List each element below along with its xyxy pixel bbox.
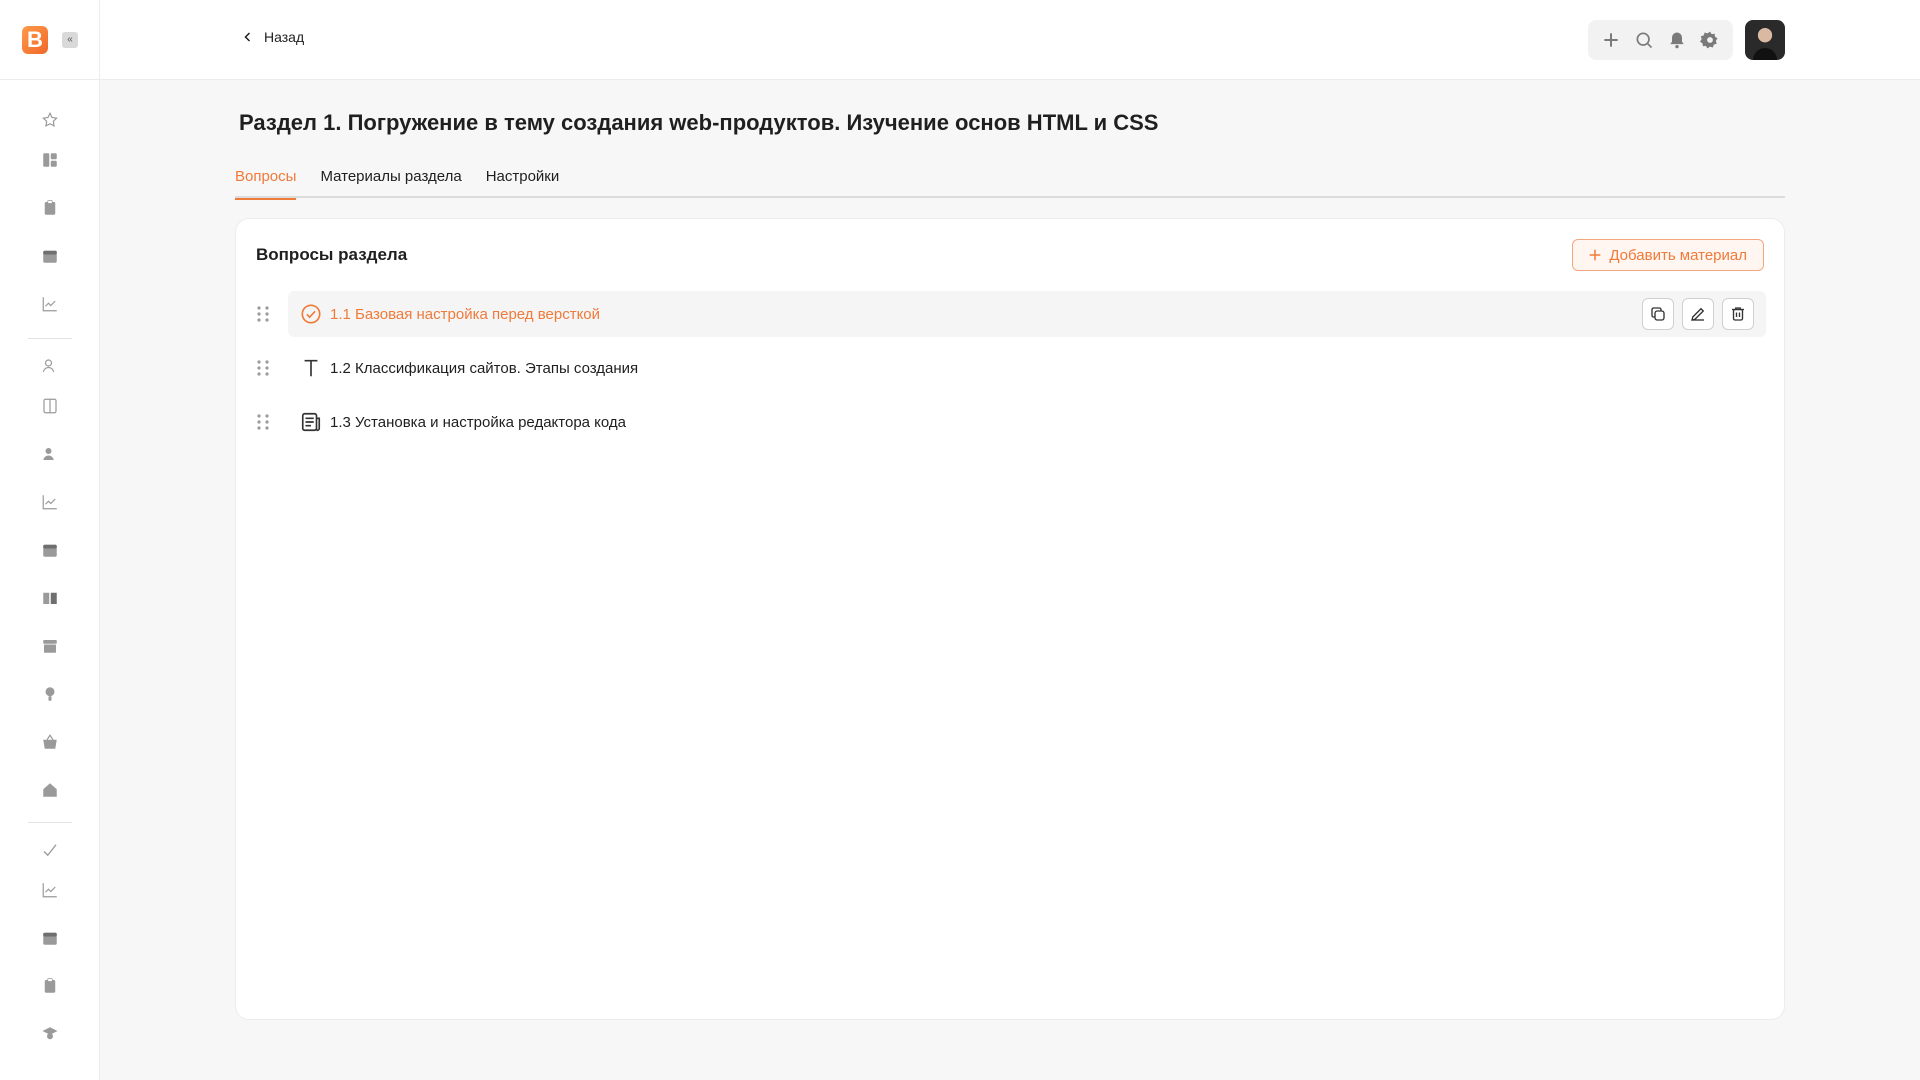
sidebar-divider [28, 338, 72, 339]
sidebar-item-users[interactable] [40, 356, 60, 376]
reader-icon [43, 592, 57, 604]
create-button[interactable] [1599, 28, 1623, 52]
settings-button[interactable] [1698, 28, 1722, 52]
sidebar-header: B « [0, 0, 99, 80]
chart-icon [42, 883, 57, 898]
collapse-sidebar-button[interactable]: « [62, 31, 78, 48]
delete-button[interactable] [1722, 298, 1754, 330]
document-icon [300, 411, 322, 433]
question-body[interactable]: 1.1 Базовая настройка перед версткой [288, 291, 1766, 337]
header-toolbar [1588, 20, 1733, 60]
sidebar-item-assignments[interactable] [40, 976, 60, 996]
question-label: 1.3 Установка и настройка редактора кода [330, 413, 627, 431]
question-row[interactable]: 1.2 Классификация сайтов. Этапы создания [256, 345, 1766, 391]
drag-handle-icon[interactable] [256, 359, 270, 377]
archive-icon [43, 640, 57, 653]
question-label: 1.2 Классификация сайтов. Этапы создания [330, 359, 639, 377]
duplicate-button[interactable] [1642, 298, 1674, 330]
sidebar-item-statistics[interactable] [40, 880, 60, 900]
sidebar-item-archive[interactable] [40, 636, 60, 656]
drag-handle-icon[interactable] [256, 305, 270, 323]
sidebar: B « [0, 0, 100, 1080]
pencil-icon [1691, 307, 1705, 321]
dashboard-icon [43, 153, 57, 167]
sidebar-divider [28, 822, 72, 823]
sidebar-item-groups[interactable] [40, 444, 60, 464]
question-row[interactable]: 1.3 Установка и настройка редактора кода [256, 399, 1766, 445]
sidebar-item-shop[interactable] [40, 732, 60, 752]
tab-section-materials[interactable]: Материалы раздела [320, 166, 461, 198]
add-material-button[interactable]: Добавить материал [1572, 239, 1764, 271]
drag-handle-icon[interactable] [256, 413, 270, 431]
star-icon [42, 111, 58, 128]
back-label: Назад [264, 29, 305, 45]
question-label: 1.1 Базовая настройка перед версткой [330, 305, 601, 323]
question-actions [1642, 298, 1766, 330]
back-link[interactable]: Назад [242, 29, 304, 45]
sidebar-item-favorites[interactable] [40, 110, 60, 130]
user-avatar[interactable] [1745, 20, 1785, 60]
chart-icon [42, 495, 57, 510]
tab-questions[interactable]: Вопросы [235, 166, 297, 200]
sidebar-item-library[interactable] [40, 588, 60, 608]
graduate-icon [42, 1027, 58, 1040]
page-title: Раздел 1. Погружение в тему создания web… [239, 110, 1159, 135]
question-row[interactable]: 1.1 Базовая настройка перед версткой [256, 291, 1766, 337]
notifications-button[interactable] [1665, 28, 1689, 52]
calendar-icon [43, 932, 57, 945]
check-circle-icon [300, 303, 322, 325]
tab-settings[interactable]: Настройки [486, 166, 560, 198]
gear-icon [1700, 31, 1718, 49]
basket-icon [43, 734, 57, 749]
trend-icon [43, 844, 57, 857]
home-icon [43, 783, 57, 797]
bulb-icon [45, 687, 55, 701]
questions-card: Вопросы раздела Добавить материал 1.1 Ба… [235, 218, 1785, 1020]
clipboard-icon [44, 200, 56, 215]
chevron-left-icon [244, 32, 251, 42]
sidebar-item-reports[interactable] [40, 492, 60, 512]
bell-icon [1670, 32, 1684, 49]
calendar-icon [43, 544, 57, 557]
sidebar-item-teachers[interactable] [40, 1024, 60, 1044]
add-material-label: Добавить материал [1609, 246, 1747, 264]
sidebar-item-home[interactable] [40, 780, 60, 800]
plus-icon [1603, 33, 1618, 47]
sidebar-item-dashboard[interactable] [40, 150, 60, 170]
chart-icon [42, 297, 57, 312]
search-button[interactable] [1632, 28, 1656, 52]
edit-button[interactable] [1682, 298, 1714, 330]
copy-icon [1651, 307, 1665, 321]
search-icon [1636, 32, 1652, 49]
text-icon [300, 357, 322, 379]
plus-icon [1590, 249, 1601, 261]
user-group-icon [43, 448, 54, 460]
questions-card-title: Вопросы раздела [256, 245, 408, 264]
sidebar-item-trends[interactable] [40, 840, 60, 860]
top-header: Назад [100, 0, 1920, 80]
sidebar-item-events[interactable] [40, 928, 60, 948]
sidebar-item-ideas[interactable] [40, 684, 60, 704]
section-tabs: Вопросы Материалы раздела Настройки [235, 166, 1785, 200]
sidebar-item-calendar[interactable] [40, 246, 60, 266]
sidebar-item-schedule[interactable] [40, 540, 60, 560]
calendar-icon [43, 250, 57, 263]
sidebar-item-courses[interactable] [40, 396, 60, 416]
clipboard-icon [44, 978, 56, 993]
brand-logo[interactable]: B [22, 25, 48, 54]
question-body[interactable]: 1.3 Установка и настройка редактора кода [288, 399, 1766, 445]
users-icon [42, 359, 55, 373]
sidebar-item-analytics[interactable] [40, 294, 60, 314]
trash-icon [1732, 307, 1744, 321]
sidebar-item-tasks[interactable] [40, 198, 60, 218]
book-icon [43, 398, 57, 414]
question-body[interactable]: 1.2 Классификация сайтов. Этапы создания [288, 345, 1766, 391]
